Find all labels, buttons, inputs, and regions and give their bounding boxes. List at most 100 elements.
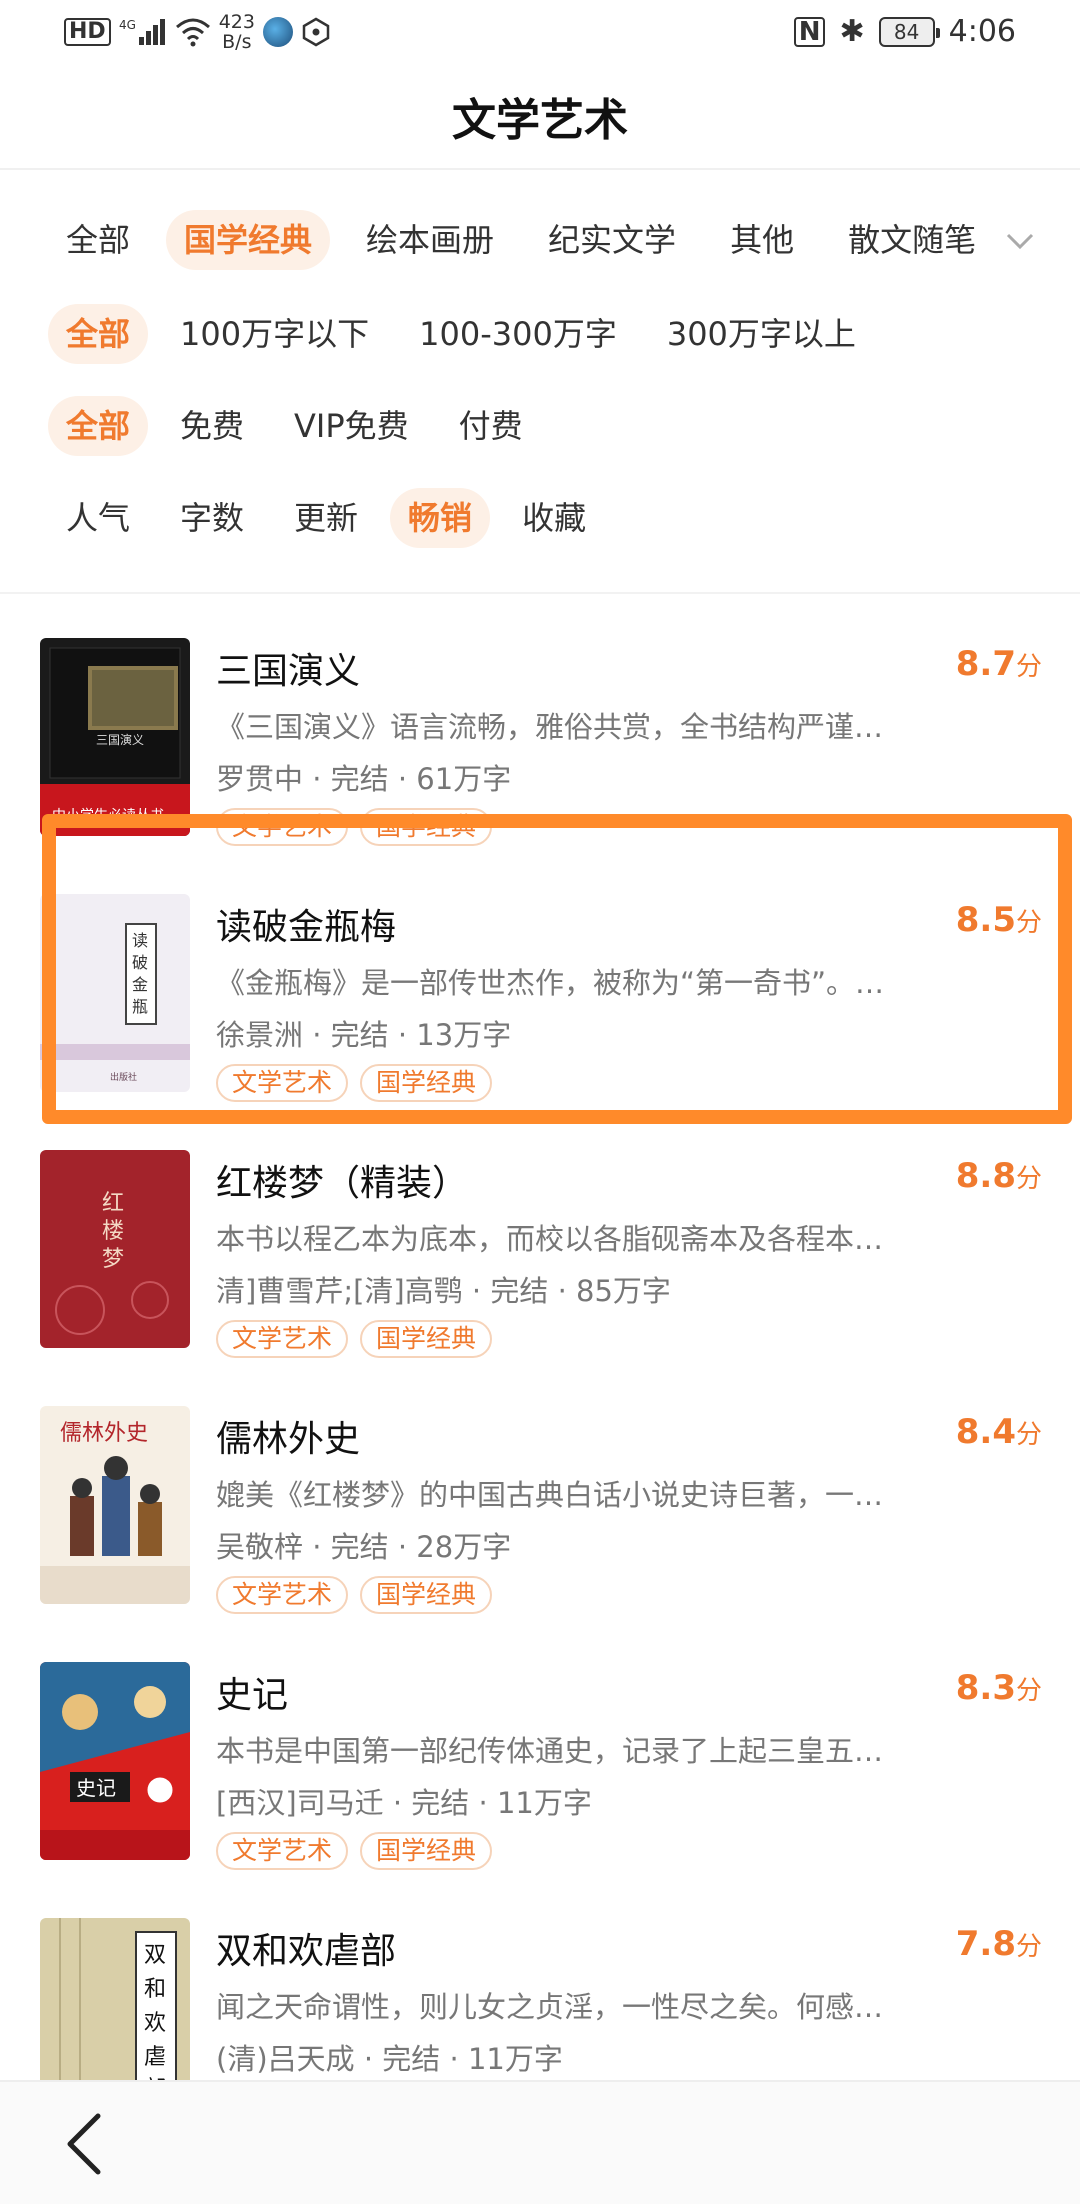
network-speed: 423 B/s (219, 12, 255, 52)
filter-price-free[interactable]: 免费 (162, 396, 262, 456)
score-unit: 分 (1015, 908, 1042, 938)
svg-text:虐: 虐 (144, 2045, 166, 2070)
book-title: 史记 (216, 1675, 289, 1716)
filter-words-under-1m[interactable]: 100万字以下 (162, 304, 387, 364)
score-unit: 分 (1015, 1164, 1042, 1194)
svg-text:中小学生必读丛书: 中小学生必读丛书 (52, 807, 164, 824)
book-cover: 红 楼 梦 (40, 1150, 190, 1348)
sort-bestselling[interactable]: 畅销 (390, 488, 491, 548)
svg-text:红: 红 (102, 1191, 124, 1216)
svg-text:4G: 4G (119, 18, 136, 32)
filter-words-all[interactable]: 全部 (48, 304, 149, 364)
svg-text:和: 和 (144, 1977, 166, 2002)
bluetooth-icon: ✱ (839, 14, 865, 49)
speed-value: 423 (218, 11, 255, 33)
book-tags: 文学艺术 国学经典 (216, 1576, 493, 1614)
sort-popularity[interactable]: 人气 (48, 488, 148, 548)
filter-category-essays[interactable]: 散文随笔 (830, 210, 994, 270)
svg-text:瓶: 瓶 (132, 997, 148, 1016)
score-value: 7.8 (955, 1924, 1016, 1964)
book-description: 闻之天命谓性，则儿女之贞淫，一性尽之矣。何感… (216, 1990, 884, 2024)
sort-favorites[interactable]: 收藏 (504, 488, 604, 548)
tag[interactable]: 文学艺术 (216, 808, 349, 846)
status-bar: HD 4G 423 B/s N ✱ 84 4:06 (0, 0, 1080, 70)
clock: 4:06 (948, 14, 1016, 49)
book-cover: 读 破 金 瓶 出版社 (40, 894, 190, 1092)
hd-badge: HD (64, 18, 111, 46)
battery-icon: 84 (878, 16, 940, 47)
book-meta: 徐景洲 · 完结 · 13万字 (216, 1018, 512, 1052)
svg-text:儒林外史: 儒林外史 (60, 1421, 148, 1446)
book-item[interactable]: 三国演义 中小学生必读丛书 三国演义 8.7分 《三国演义》语言流畅，雅俗共赏，… (0, 638, 1080, 868)
tag[interactable]: 文学艺术 (216, 1832, 349, 1870)
filter-category-documentary[interactable]: 纪实文学 (530, 210, 694, 270)
sort-word-count[interactable]: 字数 (162, 488, 262, 548)
nfc-icon: N (793, 16, 826, 47)
book-item[interactable]: 史记 史记 8.3分 本书是中国第一部纪传体通史，记录了上起三皇五… [西汉]司… (0, 1662, 1080, 1892)
tag[interactable]: 文学艺术 (216, 1064, 349, 1102)
book-cover: 史记 (40, 1662, 190, 1860)
book-meta: 清]曹雪芹;[清]高鹗 · 完结 · 85万字 (216, 1274, 671, 1308)
back-arrow-icon[interactable] (62, 2112, 106, 2176)
tag[interactable]: 文学艺术 (216, 1576, 349, 1614)
svg-text:出版社: 出版社 (110, 1071, 137, 1083)
sort-filter-row: 人气 字数 更新 畅销 收藏 (48, 481, 618, 555)
filter-category-picture-books[interactable]: 绘本画册 (348, 210, 512, 270)
filter-price-paid[interactable]: 付费 (441, 396, 541, 456)
book-cover: 三国演义 中小学生必读丛书 (40, 638, 190, 836)
tag[interactable]: 国学经典 (360, 1832, 493, 1870)
book-title: 红楼梦（精装） (216, 1163, 469, 1204)
book-description: 本书以程乙本为底本，而校以各脂砚斋本及各程本… (216, 1222, 884, 1256)
page-title: 文学艺术 (452, 95, 628, 146)
divider (0, 592, 1080, 594)
svg-text:楼: 楼 (102, 1219, 124, 1244)
book-item[interactable]: 儒林外史 儒林外史 8.4分 媲美《红楼梦》的中国古典白话小说史诗巨著，一… 吴… (0, 1406, 1080, 1636)
score-value: 8.5 (955, 900, 1016, 940)
score-value: 8.3 (955, 1668, 1016, 1708)
book-item[interactable]: 红 楼 梦 红楼梦（精装） 8.8分 本书以程乙本为底本，而校以各脂砚斋本及各程… (0, 1150, 1080, 1380)
book-score: 8.8分 (956, 1156, 1042, 1196)
status-left: HD 4G 423 B/s (64, 12, 331, 52)
filter-price-all[interactable]: 全部 (48, 396, 149, 456)
filter-price-vip-free[interactable]: VIP免费 (276, 396, 427, 456)
score-unit: 分 (1015, 1420, 1042, 1450)
filter-category-classics[interactable]: 国学经典 (166, 210, 331, 270)
book-tags: 文学艺术 国学经典 (216, 1832, 493, 1870)
score-value: 8.8 (955, 1156, 1016, 1196)
tag[interactable]: 文学艺术 (216, 1320, 349, 1358)
tag[interactable]: 国学经典 (360, 808, 493, 846)
svg-text:三国演义: 三国演义 (96, 732, 144, 747)
book-score: 8.4分 (956, 1412, 1042, 1452)
hexagon-icon (302, 17, 330, 47)
score-value: 8.4 (955, 1412, 1016, 1452)
sort-updated[interactable]: 更新 (276, 488, 376, 548)
svg-text:双: 双 (144, 1943, 166, 1968)
filter-category-other[interactable]: 其他 (712, 210, 812, 270)
filter-category-all[interactable]: 全部 (48, 210, 148, 270)
book-description: 媲美《红楼梦》的中国古典白话小说史诗巨著，一… (216, 1478, 884, 1512)
book-description: 本书是中国第一部纪传体通史，记录了上起三皇五… (216, 1734, 884, 1768)
book-title: 双和欢虐部 (216, 1931, 397, 1972)
status-right: N ✱ 84 4:06 (793, 14, 1016, 49)
book-tags: 文学艺术 国学经典 (216, 1320, 493, 1358)
tag[interactable]: 国学经典 (360, 1576, 493, 1614)
book-meta: 吴敬梓 · 完结 · 28万字 (216, 1530, 512, 1564)
book-title: 儒林外史 (216, 1419, 361, 1460)
speed-unit: B/s (222, 31, 252, 53)
divider (0, 168, 1080, 170)
word-count-filter-row: 全部 100万字以下 100-300万字 300万字以上 (48, 297, 888, 371)
chevron-down-icon[interactable] (1003, 223, 1037, 257)
filter-words-1m-3m[interactable]: 100-300万字 (401, 304, 635, 364)
category-filter-row: 全部 国学经典 绘本画册 纪实文学 其他 散文随笔 (48, 203, 1012, 277)
svg-text:史记: 史记 (76, 1776, 116, 1800)
tag[interactable]: 国学经典 (360, 1064, 493, 1102)
score-unit: 分 (1015, 1932, 1042, 1962)
filter-words-over-3m[interactable]: 300万字以上 (649, 304, 874, 364)
score-value: 8.7 (955, 644, 1016, 684)
tag[interactable]: 国学经典 (360, 1320, 493, 1358)
book-item[interactable]: 读 破 金 瓶 出版社 读破金瓶梅 8.5分 《金瓶梅》是一部传世杰作，被称为“… (0, 894, 1080, 1124)
score-unit: 分 (1015, 652, 1042, 682)
svg-text:金: 金 (132, 975, 148, 994)
signal-icon: 4G (119, 18, 165, 45)
price-filter-row: 全部 免费 VIP免费 付费 (48, 389, 555, 463)
